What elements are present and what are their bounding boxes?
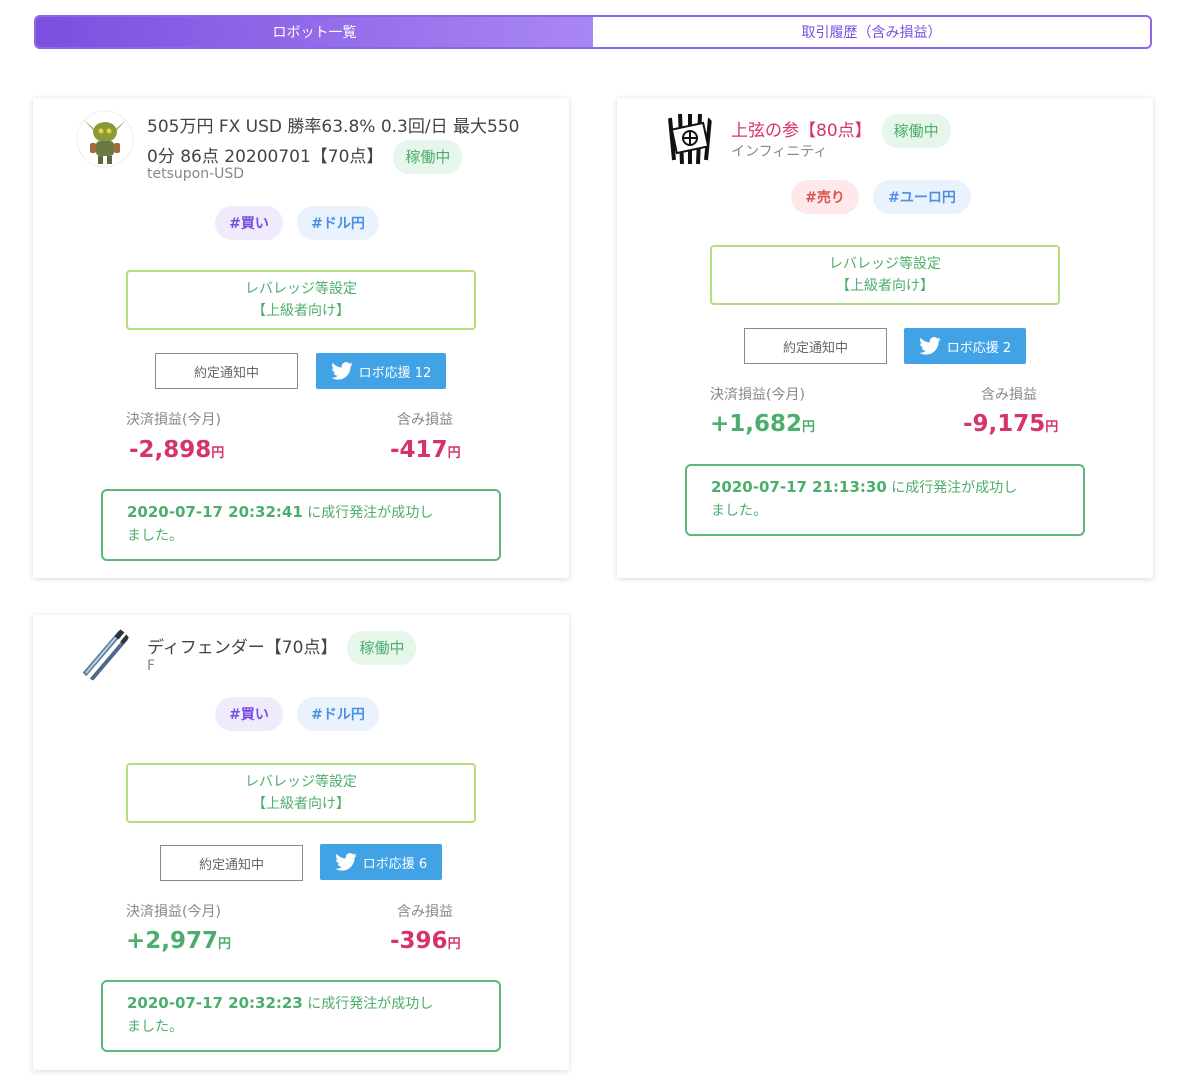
robot-card: 上弦の参【80点】 稼働中 インフィニティ #売り #ユーロ円 レバレッジ等設定 … [617,98,1153,578]
order-timestamp: 2020-07-17 20:32:23 [127,994,303,1012]
unrealized-pl-value: -9,175円 [963,411,1058,437]
unrealized-pl-label: 含み損益 [397,412,453,428]
leverage-settings-button[interactable]: レバレッジ等設定 【上級者向け】 [126,270,476,330]
twitter-support-button[interactable]: ロボ応援 12 [316,353,446,389]
leverage-sublabel: 【上級者向け】 [252,303,350,319]
realized-pl-label: 決済損益(今月) [126,412,221,428]
order-message-text: に成行発注が成功し [886,480,1018,496]
twitter-support-button[interactable]: ロボ応援 2 [904,328,1026,364]
tag-currency-pair[interactable]: #ドル円 [297,697,379,731]
leverage-settings-button[interactable]: レバレッジ等設定 【上級者向け】 [126,763,476,823]
robot-subtitle: F [147,658,156,674]
tag-buy[interactable]: #買い [215,697,283,731]
order-timestamp: 2020-07-17 21:13:30 [711,478,887,496]
twitter-support-label: ロボ応援 2 [946,340,1012,356]
order-message-line2: ました。 [127,528,183,544]
tag-sell[interactable]: #売り [791,180,859,214]
order-timestamp: 2020-07-17 20:32:41 [127,503,303,521]
twitter-support-label: ロボ応援 12 [358,365,432,381]
robot-title-text: 上弦の参【80点】 [731,121,872,141]
twitter-bird-icon [330,362,353,380]
unrealized-pl-amount: -396 [390,928,448,954]
leverage-label: レバレッジ等設定 [245,281,357,297]
tag-currency-pair[interactable]: #ユーロ円 [873,180,971,214]
yen-unit: 円 [447,446,461,461]
yen-unit: 円 [211,446,225,461]
order-message-line1: 2020-07-17 20:32:23 に成行発注が成功し [127,992,475,1016]
realized-pl-amount: -2,898 [129,437,212,463]
robot-title-text: ディフェンダー【70点】 [147,638,338,658]
twitter-support-button[interactable]: ロボ応援 6 [320,844,442,880]
leverage-sublabel: 【上級者向け】 [836,278,934,294]
order-message-text: に成行発注が成功し [302,996,434,1012]
order-notify-button[interactable]: 約定通知中 [744,328,887,364]
realized-pl-value: +2,977円 [126,928,231,954]
order-message-box: 2020-07-17 20:32:23 に成行発注が成功し ました。 [101,980,501,1052]
robot-title[interactable]: 505万円 FX USD 勝率63.8% 0.3回/日 最大550 0分 86点… [147,114,557,174]
status-badge: 稼働中 [347,631,417,665]
status-badge: 稼働中 [881,114,951,148]
realized-pl-value: +1,682円 [710,411,815,437]
order-notify-button[interactable]: 約定通知中 [155,353,298,389]
realized-pl-label: 決済損益(今月) [710,387,805,403]
order-message-line1: 2020-07-17 20:32:41 に成行発注が成功し [127,501,475,525]
twitter-bird-icon [918,337,941,355]
unrealized-pl-amount: -9,175 [963,411,1046,437]
robot-title-line2-text: 0分 86点 20200701【70点】 [147,147,384,167]
realized-pl-label: 決済損益(今月) [126,904,221,920]
unrealized-pl-label: 含み損益 [397,904,453,920]
realized-pl-amount: +2,977 [126,928,219,954]
unrealized-pl-label: 含み損益 [981,387,1037,403]
tab-robot-list[interactable]: ロボット一覧 [36,17,593,47]
order-notify-button[interactable]: 約定通知中 [160,845,303,881]
order-message-line1: 2020-07-17 21:13:30 に成行発注が成功し [711,476,1059,500]
robot-subtitle: インフィニティ [731,144,828,160]
robot-title[interactable]: ディフェンダー【70点】 稼働中 [147,631,417,665]
yen-unit: 円 [802,420,816,435]
leverage-label: レバレッジ等設定 [245,774,357,790]
order-message-box: 2020-07-17 20:32:41 に成行発注が成功し ました。 [101,489,501,561]
swords-icon[interactable] [76,625,134,683]
leverage-sublabel: 【上級者向け】 [252,796,350,812]
twitter-bird-icon [334,853,357,871]
order-message-line2: ました。 [127,1019,183,1035]
robot-title-line1: 505万円 FX USD 勝率63.8% 0.3回/日 最大550 [147,117,520,137]
tag-buy[interactable]: #買い [215,206,283,240]
tab-trade-history[interactable]: 取引履歴（含み損益） [593,17,1150,47]
tag-currency-pair[interactable]: #ドル円 [297,206,379,240]
realized-pl-value: -2,898円 [129,437,224,463]
tab-bar: ロボット一覧 取引履歴（含み損益） [34,15,1152,49]
yen-unit: 円 [218,937,232,952]
status-badge: 稼働中 [393,140,463,174]
robot-subtitle: tetsupon-USD [147,166,245,182]
yen-unit: 円 [1045,420,1059,435]
realized-pl-amount: +1,682 [710,411,803,437]
order-message-text: に成行発注が成功し [302,505,434,521]
order-message-box: 2020-07-17 21:13:30 に成行発注が成功し ました。 [685,464,1085,536]
leverage-settings-button[interactable]: レバレッジ等設定 【上級者向け】 [710,245,1060,305]
unrealized-pl-value: -417円 [390,437,461,463]
order-message-line2: ました。 [711,503,767,519]
unrealized-pl-amount: -417 [390,437,448,463]
goblin-robot-icon[interactable] [76,110,134,168]
robot-card: 505万円 FX USD 勝率63.8% 0.3回/日 最大550 0分 86点… [33,98,569,578]
striped-emblem-icon[interactable] [660,110,718,168]
twitter-support-label: ロボ応援 6 [362,856,428,872]
robot-card: ディフェンダー【70点】 稼働中 F #買い #ドル円 レバレッジ等設定 【上級者… [33,615,569,1070]
unrealized-pl-value: -396円 [390,928,461,954]
leverage-label: レバレッジ等設定 [829,256,941,272]
yen-unit: 円 [447,937,461,952]
